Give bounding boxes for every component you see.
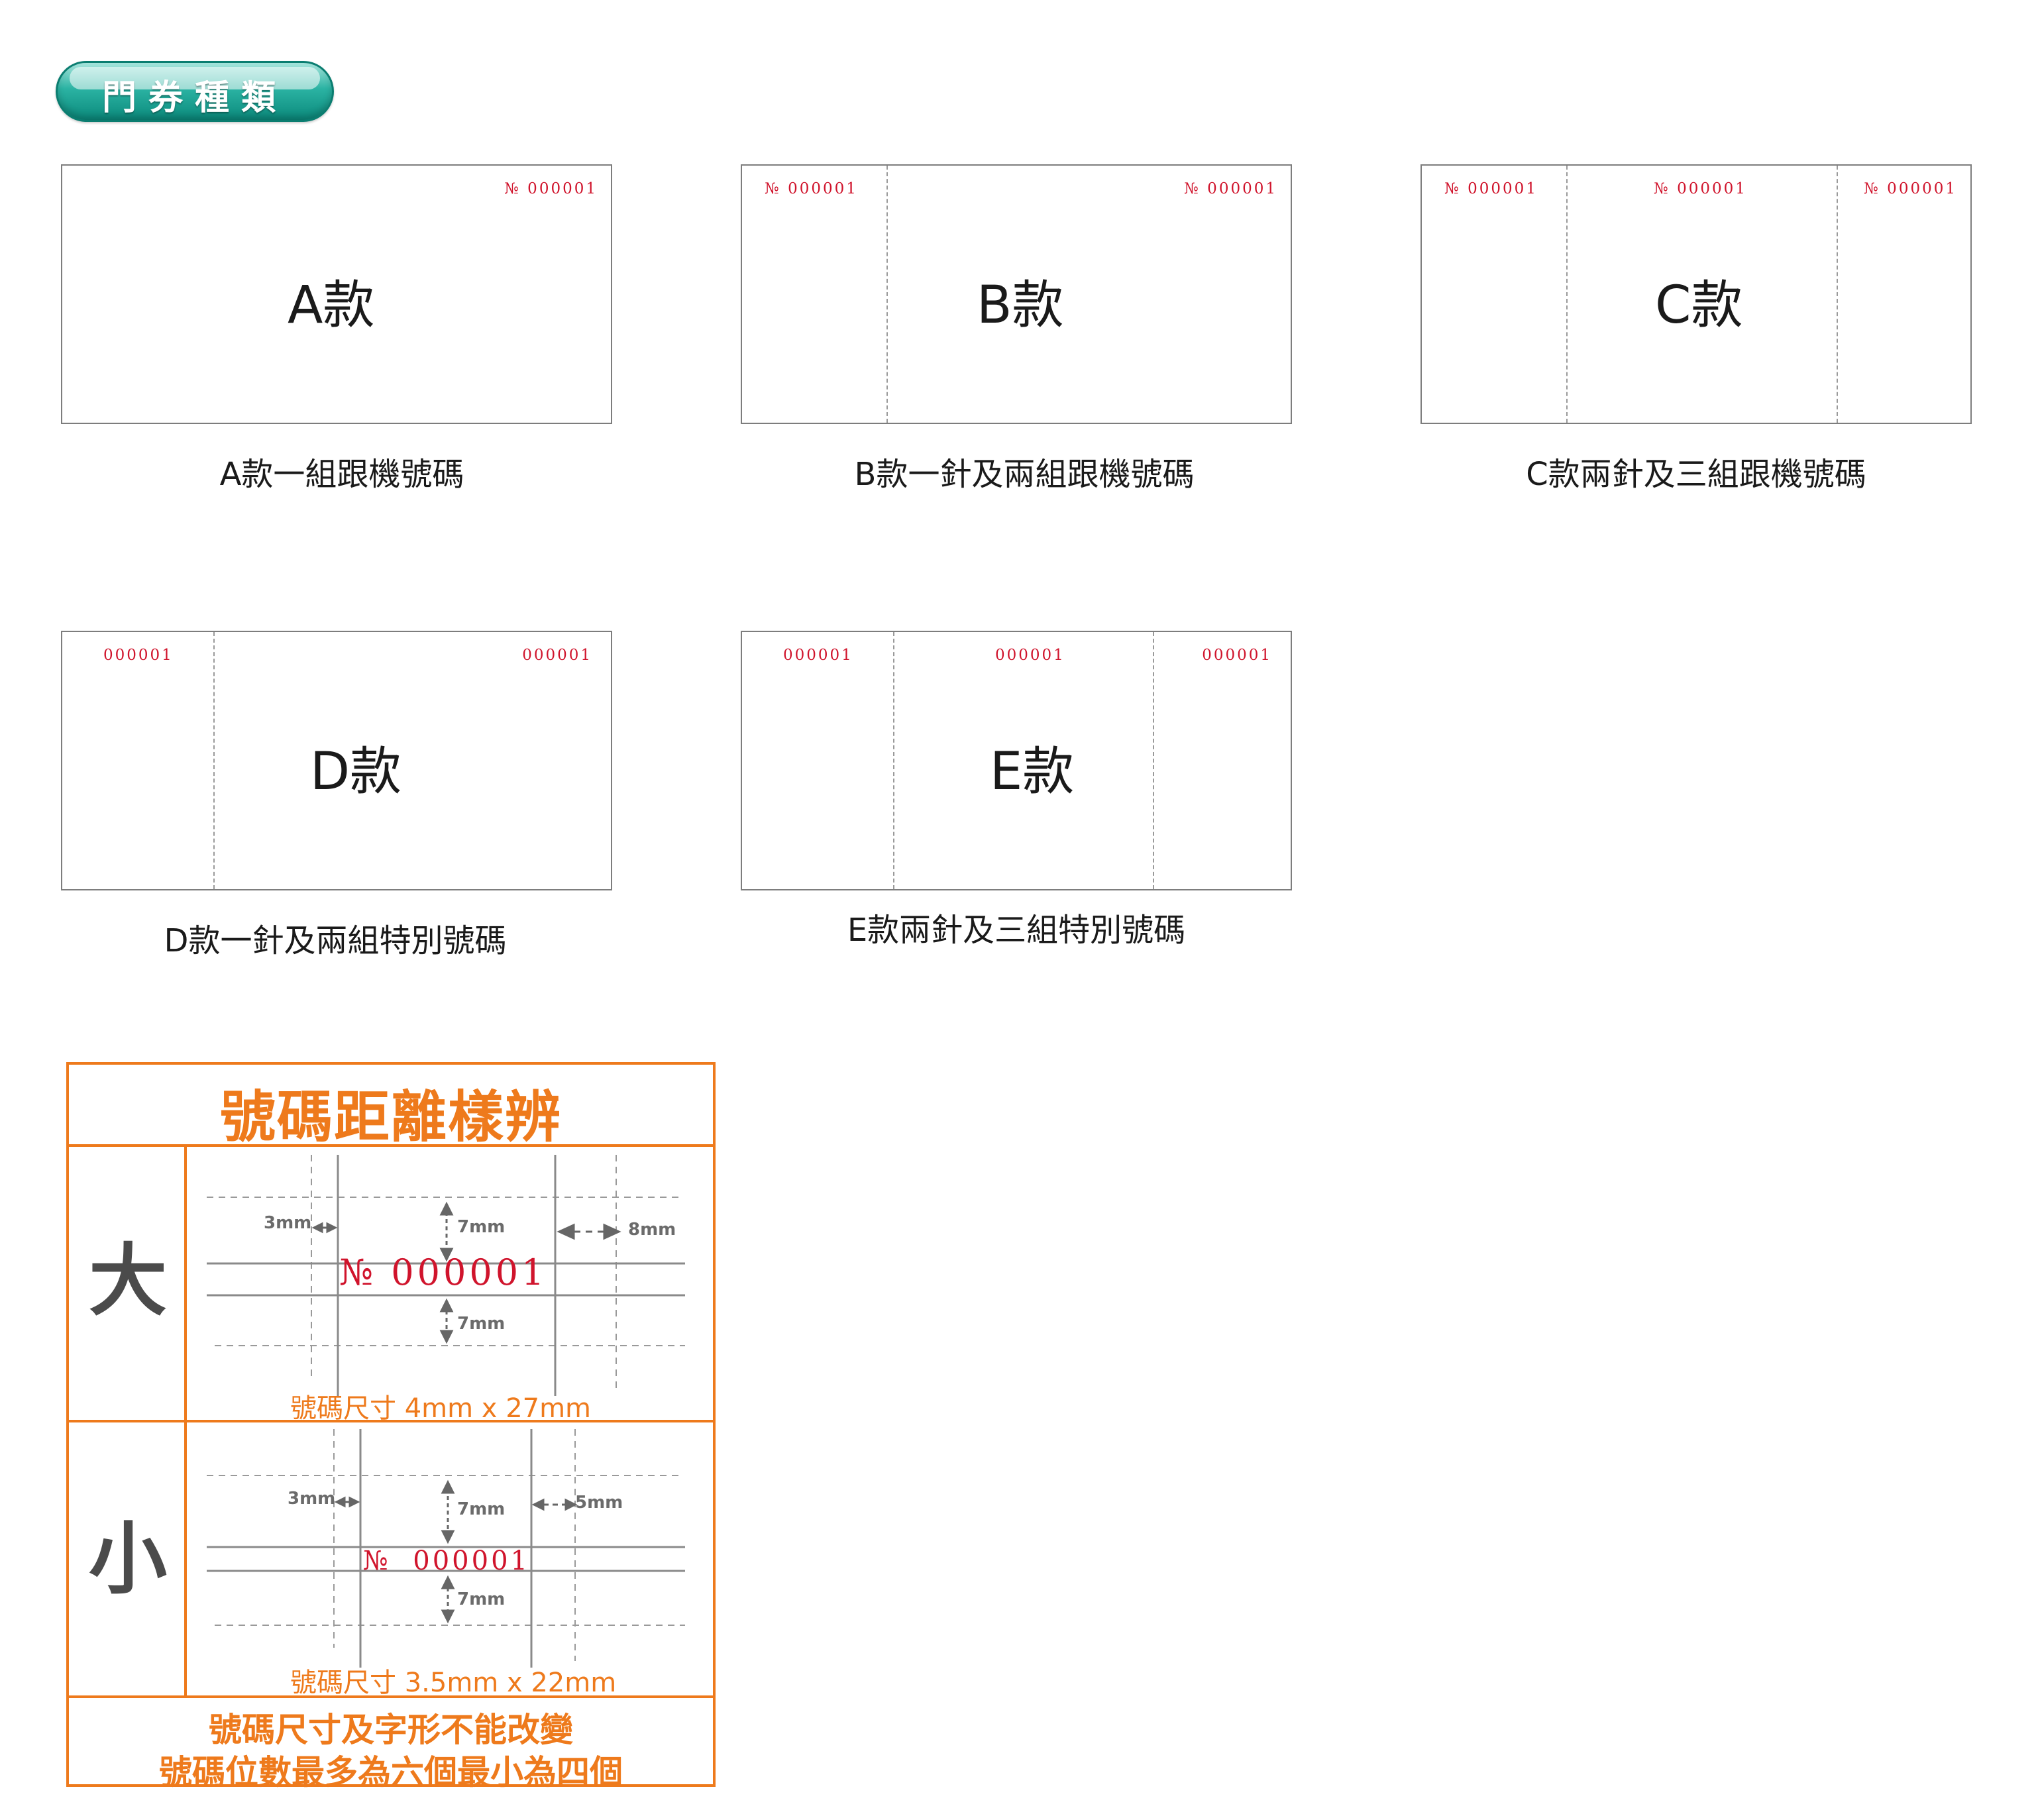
ticket-caption: B款一針及兩組跟機號碼 <box>854 456 1195 493</box>
section-title-badge: 門券種類 <box>56 61 334 122</box>
perforation-line <box>886 166 888 423</box>
ticket-a: № 000001 A款 <box>61 164 612 424</box>
ticket-number: № 000001 <box>765 180 858 197</box>
ticket-number: 000001 <box>103 647 174 664</box>
left-gap-label: 3mm <box>288 1489 336 1509</box>
perforation-line <box>1837 166 1838 423</box>
ticket-number: № 000001 <box>1184 180 1277 197</box>
note-digit-count: 號碼位數最多為六個最小為四個 <box>159 1753 623 1792</box>
ticket-label: D款 <box>310 742 402 802</box>
number-spacing-table: 號碼距離樣辨 大 小 3mm 7mm 7mm 8mm № 000001 號碼尺寸… <box>66 1062 716 1792</box>
bottom-gap-label: 7mm <box>457 1314 506 1334</box>
ticket-d: 000001 000001 D款 <box>61 631 612 890</box>
ticket-number: 000001 <box>995 647 1065 664</box>
ticket-caption: D款一針及兩組特別號碼 <box>164 922 507 959</box>
ticket-number: 000001 <box>1202 647 1272 664</box>
perforation-line <box>893 632 894 889</box>
note-fixed-format: 號碼尺寸及字形不能改變 <box>209 1711 573 1749</box>
top-gap-label: 7mm <box>457 1217 506 1237</box>
ticket-caption: A款一組跟機號碼 <box>219 456 464 493</box>
top-gap-label: 7mm <box>457 1499 506 1519</box>
perforation-line <box>213 632 215 889</box>
sample-number-large: № 000001 <box>339 1252 548 1293</box>
ticket-label: B款 <box>977 276 1064 335</box>
perforation-line <box>1153 632 1154 889</box>
bottom-gap-label: 7mm <box>457 1589 506 1609</box>
ticket-number: № 000001 <box>504 180 598 197</box>
ticket-caption: E款兩針及三組特別號碼 <box>847 912 1186 949</box>
ticket-number: 000001 <box>783 647 853 664</box>
ticket-caption: C款兩針及三組跟機號碼 <box>1526 456 1866 493</box>
ticket-e: 000001 000001 000001 E款 <box>741 631 1292 890</box>
section-title: 門券種類 <box>101 78 288 118</box>
left-gap-label: 3mm <box>264 1213 312 1233</box>
ticket-number: № 000001 <box>1864 180 1957 197</box>
sample-number-small: № 000001 <box>363 1546 530 1576</box>
ticket-label: A款 <box>288 276 375 335</box>
ticket-number: 000001 <box>522 647 592 664</box>
ticket-b: № 000001 № 000001 B款 <box>741 164 1292 424</box>
right-gap-label: 8mm <box>628 1220 676 1240</box>
ticket-number: № 000001 <box>1444 180 1538 197</box>
perforation-line <box>1566 166 1568 423</box>
right-gap-label: 5mm <box>575 1493 623 1513</box>
size-caption-small: 號碼尺寸 3.5mm x 22mm <box>290 1668 617 1698</box>
ticket-label: C款 <box>1655 276 1743 335</box>
ticket-number: № 000001 <box>1654 180 1747 197</box>
ticket-c: № 000001 № 000001 № 000001 C款 <box>1420 164 1972 424</box>
size-caption-large: 號碼尺寸 4mm x 27mm <box>290 1393 592 1424</box>
ticket-label: E款 <box>990 742 1075 802</box>
